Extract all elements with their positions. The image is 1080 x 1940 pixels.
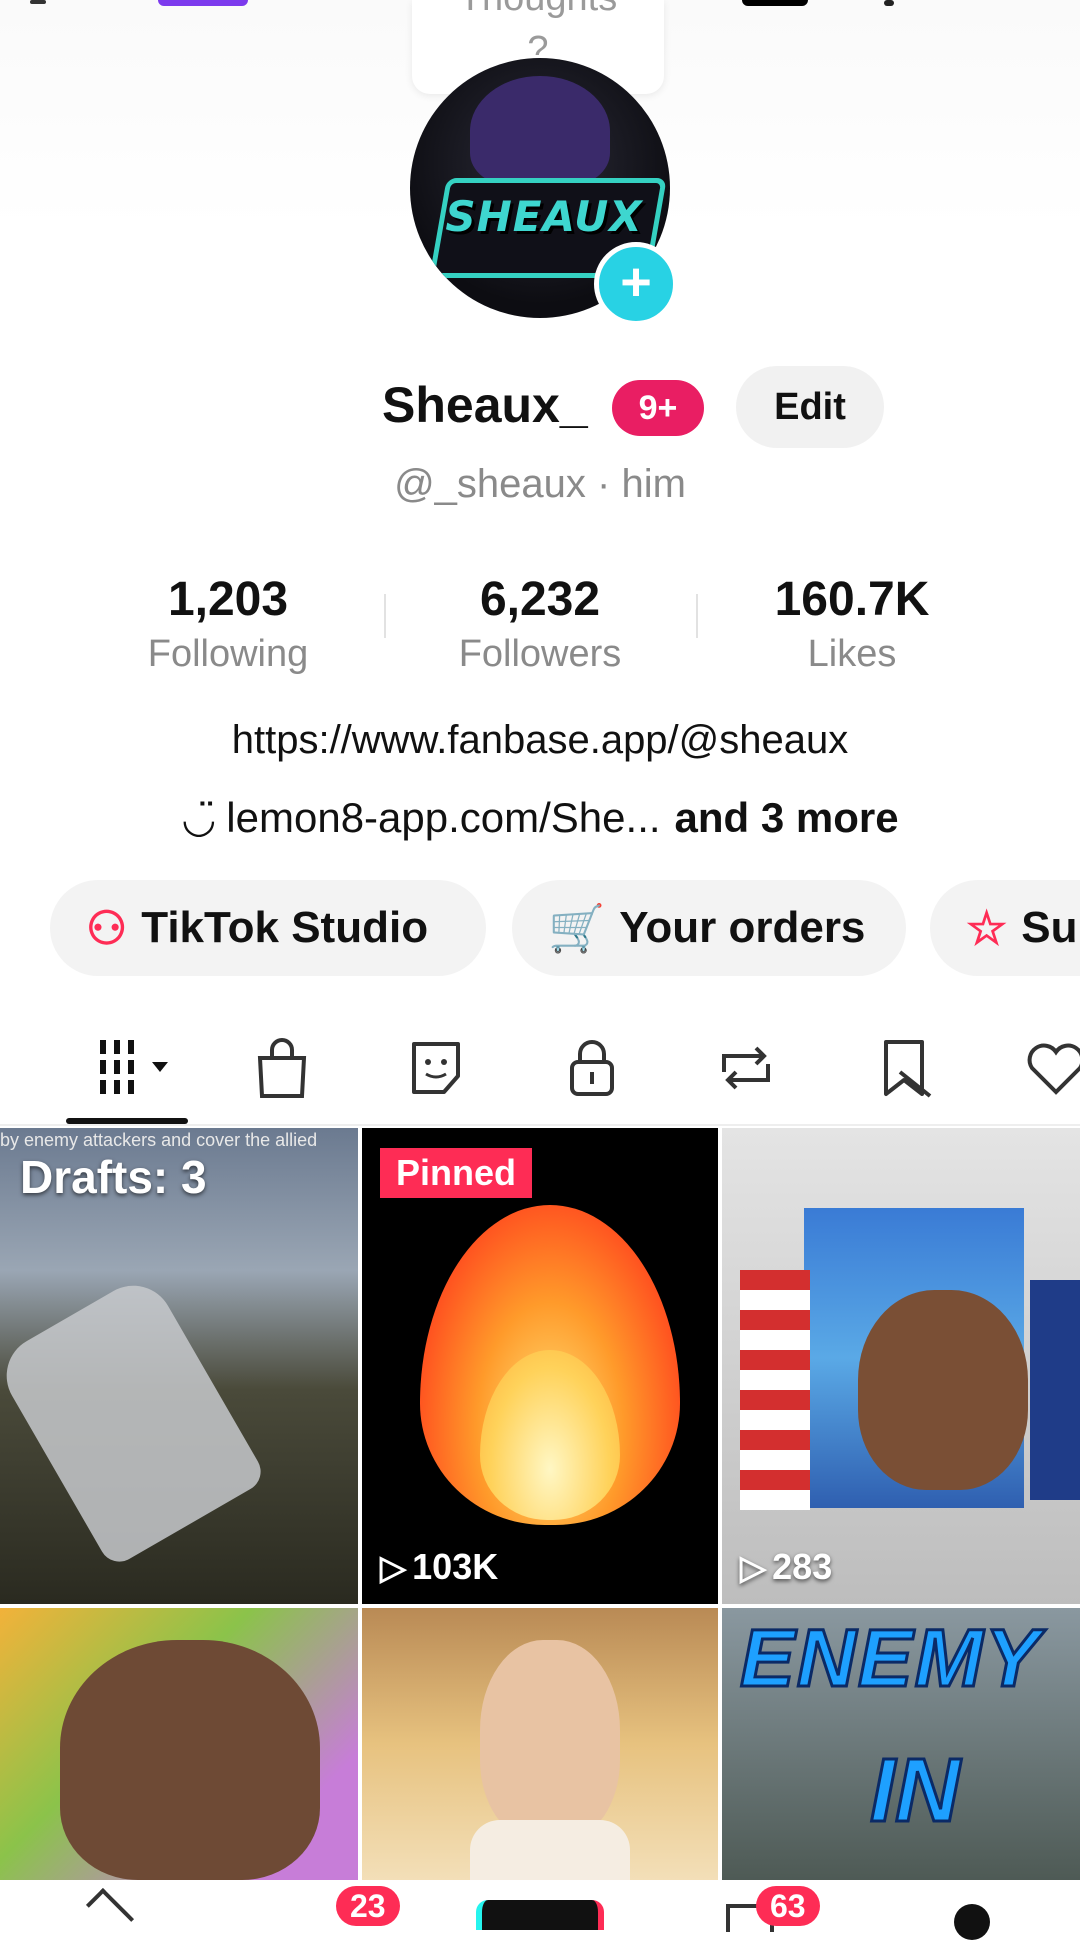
view-count-value: 103K — [412, 1546, 499, 1587]
stat-likes[interactable]: 160.7K Likes — [732, 572, 972, 676]
tab-separator — [0, 1124, 1080, 1126]
stat-following[interactable]: 1,203 Following — [108, 572, 348, 676]
liked-hidden-icon[interactable] — [1020, 1032, 1080, 1104]
drafts-label: Drafts: 3 — [20, 1151, 207, 1203]
your-orders-chip[interactable]: 🛒 Your orders — [512, 880, 906, 976]
create-button[interactable] — [476, 1900, 604, 1930]
avatar-logo-text: SHEAUX — [445, 192, 643, 241]
tiktok-studio-chip[interactable]: ⚇ TikTok Studio — [50, 880, 486, 976]
stat-value: 1,203 — [167, 573, 289, 626]
display-name: Sheaux_ — [382, 377, 588, 433]
third-chip[interactable]: ☆ Su — [930, 880, 1080, 976]
cart-icon: 🛒 — [548, 901, 606, 954]
stat-label: Followers — [458, 633, 622, 675]
inbox-badge: 63 — [756, 1886, 820, 1926]
face-thumbnail-graphic — [60, 1640, 320, 1880]
favorites-hidden-icon[interactable] — [870, 1032, 942, 1104]
top-left-tag — [158, 0, 248, 6]
bio-links-row[interactable]: ◡̈ lemon8-app.com/She... and 3 more — [0, 794, 1080, 842]
stat-value: 160.7K — [774, 573, 930, 626]
stat-divider — [384, 594, 386, 638]
shop-bag-icon[interactable] — [246, 1032, 318, 1104]
lemon8-smile-icon: ◡̈ — [181, 797, 217, 841]
cup-thumbnail-graphic — [470, 1820, 630, 1880]
edit-profile-button[interactable]: Edit — [736, 366, 884, 448]
top-right-fragment — [884, 0, 894, 6]
chip-label: TikTok Studio — [141, 903, 429, 952]
stat-followers[interactable]: 6,232 Followers — [420, 572, 660, 676]
flag-graphic — [1030, 1280, 1080, 1500]
thumbnail-title-text: ENEMY — [739, 1612, 1042, 1706]
lock-icon[interactable] — [556, 1032, 628, 1104]
view-count-value: 283 — [772, 1546, 833, 1587]
chip-label: Your orders — [619, 903, 866, 952]
username-handle: @_sheaux · him — [394, 462, 686, 506]
bio-link[interactable]: https://www.fanbase.app/@sheaux — [0, 718, 1080, 763]
avatar-hood-graphic — [470, 76, 610, 186]
videos-grid-icon[interactable] — [92, 1032, 188, 1104]
notification-badge[interactable]: 9+ — [612, 380, 704, 436]
view-count: ▷ 283 — [740, 1546, 832, 1588]
second-link[interactable]: lemon8-app.com/She... — [226, 794, 660, 841]
thumbnail-title-text: IN — [869, 1740, 962, 1843]
stickers-icon[interactable] — [400, 1032, 472, 1104]
stat-label: Following — [147, 633, 309, 675]
plus-icon: + — [620, 252, 652, 312]
stat-value: 6,232 — [479, 573, 601, 626]
repost-icon[interactable] — [710, 1032, 782, 1104]
play-icon: ▷ — [740, 1549, 767, 1587]
status-bar-fragment — [30, 0, 46, 4]
top-right-tag — [742, 0, 808, 6]
profile-icon[interactable] — [954, 1904, 990, 1940]
person-thumbnail-graphic — [480, 1640, 620, 1840]
pinned-badge: Pinned — [380, 1148, 533, 1198]
flag-graphic — [740, 1270, 810, 1510]
friends-badge: 23 — [336, 1886, 400, 1926]
play-icon: ▷ — [380, 1549, 407, 1587]
sparkle-icon: ☆ — [966, 902, 1008, 954]
view-count: ▷ 103K — [380, 1546, 498, 1588]
face-thumbnail-graphic — [858, 1290, 1028, 1490]
more-links[interactable]: and 3 more — [675, 794, 899, 841]
thought-text: Thoughts — [412, 0, 664, 18]
chip-label: Su — [1021, 903, 1078, 952]
stat-divider — [696, 594, 698, 638]
drafts-caption: by enemy attackers and cover the allied — [0, 1130, 318, 1150]
stat-label: Likes — [807, 633, 897, 675]
add-story-button[interactable]: + — [594, 242, 678, 326]
person-star-icon: ⚇ — [86, 902, 128, 954]
